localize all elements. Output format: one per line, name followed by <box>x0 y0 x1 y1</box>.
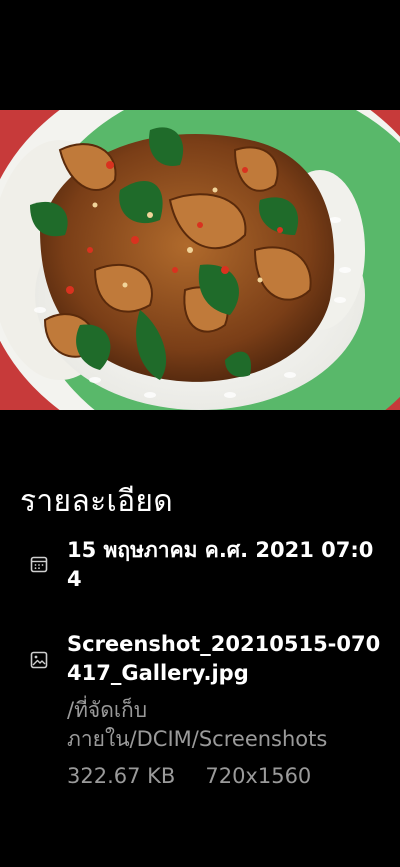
file-meta: 322.67 KB 720x1560 <box>67 762 387 791</box>
date-taken: 15 พฤษภาคม ค.ศ. 2021 07:04 <box>67 538 374 591</box>
file-size: 322.67 KB <box>67 764 176 788</box>
calendar-icon <box>29 554 49 574</box>
food-photo <box>0 110 400 410</box>
image-icon <box>29 650 49 670</box>
file-name: Screenshot_20210515-070417_Gallery.jpg <box>67 632 381 685</box>
file-resolution: 720x1560 <box>205 764 312 788</box>
file-path[interactable]: /ที่จัดเก็บภายใน/DCIM/Screenshots <box>67 696 387 754</box>
photo-preview[interactable] <box>0 110 400 410</box>
details-title: รายละเอียด <box>20 484 174 519</box>
